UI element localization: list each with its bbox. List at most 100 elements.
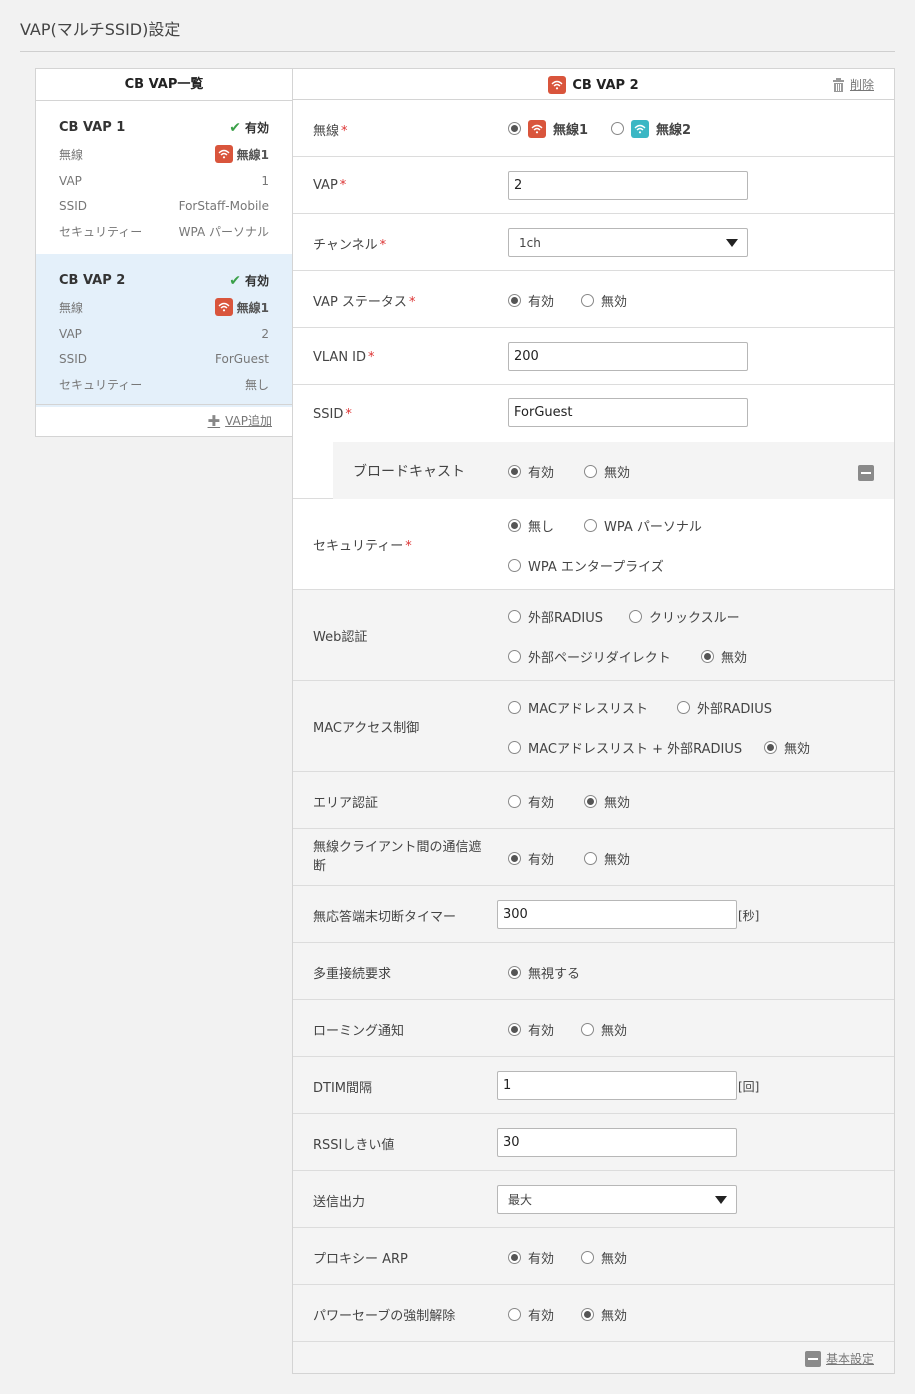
web-auth-radius-radio[interactable]: 外部RADIUS xyxy=(508,607,603,626)
mac-list-radius-radio[interactable]: MACアドレスリスト + 外部RADIUS xyxy=(508,738,742,757)
row-client-isolation: 無線クライアント間の通信遮断 有効 無効 xyxy=(293,829,894,886)
proxy-arp-on-radio[interactable]: 有効 xyxy=(508,1248,554,1267)
security-value: WPA パーソナル xyxy=(178,225,269,239)
detail-title: CB VAP 2 xyxy=(572,77,639,93)
idle-timer-unit: [秒] xyxy=(738,909,760,923)
vap-status-on-radio[interactable]: 有効 xyxy=(508,291,554,310)
vap-status-label: VAP ステータス * xyxy=(313,295,416,310)
web-auth-disabled-radio[interactable]: 無効 xyxy=(701,647,747,666)
rssi-input[interactable]: 30 xyxy=(497,1128,737,1157)
multi-conn-ignore-radio[interactable]: 無視する xyxy=(508,963,580,982)
vlan-input[interactable]: 200 xyxy=(508,342,748,371)
row-dtim: DTIM間隔 1 [回] xyxy=(293,1057,894,1114)
vap-value: 2 xyxy=(261,327,269,341)
collapse-icon[interactable] xyxy=(858,465,874,481)
delete-label: 削除 xyxy=(849,78,874,92)
row-vap-status: VAP ステータス * 有効 無効 xyxy=(293,271,894,328)
trash-icon xyxy=(832,77,844,92)
proxy-arp-off-radio[interactable]: 無効 xyxy=(581,1248,627,1267)
vap-label: VAP xyxy=(59,174,82,188)
chevron-down-icon xyxy=(726,239,738,247)
status-badge: 有効 xyxy=(244,274,269,288)
broadcast-off-radio[interactable]: 無効 xyxy=(584,462,630,481)
security-wpa-enterprise-radio[interactable]: WPA エンタープライズ xyxy=(508,556,664,575)
vap-label: VAP xyxy=(59,327,82,341)
check-icon: ✔ xyxy=(229,119,241,136)
detail-footer: 基本設定 xyxy=(293,1342,894,1373)
broadcast-on-radio[interactable]: 有効 xyxy=(508,462,554,481)
web-auth-redirect-radio[interactable]: 外部ページリダイレクト xyxy=(508,647,671,666)
idle-timer-input[interactable]: 300 xyxy=(497,900,737,929)
ssid-field-label: SSID * xyxy=(313,407,352,422)
row-wireless: 無線 * 無線1 無線2 xyxy=(293,100,894,157)
row-roaming: ローミング通知 有効 無効 xyxy=(293,1000,894,1057)
chevron-down-icon xyxy=(715,1196,727,1204)
mac-access-label: MACアクセス制御 xyxy=(313,721,420,736)
roaming-label: ローミング通知 xyxy=(313,1024,405,1039)
web-auth-label: Web認証 xyxy=(313,630,368,645)
page-title: VAP(マルチSSID)設定 xyxy=(20,20,181,39)
vap-card-1[interactable]: CB VAP 1 ✔ 有効 無線 無線1 VAP 1 SSID ForStaff-… xyxy=(36,101,292,254)
mac-radius-radio[interactable]: 外部RADIUS xyxy=(677,698,772,717)
row-channel: チャンネル * 1ch xyxy=(293,214,894,271)
power-save-off-radio[interactable]: 無効 xyxy=(581,1305,627,1324)
dtim-unit: [回] xyxy=(738,1080,760,1094)
tx-power-select[interactable]: 最大 xyxy=(497,1185,737,1214)
channel-select[interactable]: 1ch xyxy=(508,228,748,257)
vap-input[interactable]: 2 xyxy=(508,171,748,200)
security-wpa-personal-radio[interactable]: WPA パーソナル xyxy=(584,516,702,535)
vap-field-label: VAP * xyxy=(313,178,347,193)
area-auth-off-radio[interactable]: 無効 xyxy=(584,792,630,811)
wireless-radio-2[interactable]: 無線2 xyxy=(611,119,691,138)
plus-icon: ✚ xyxy=(207,411,221,430)
row-web-auth: Web認証 外部RADIUS クリックスルー 外部ページリダイレクト 無効 xyxy=(293,590,894,681)
wireless-label: 無線 xyxy=(59,300,84,315)
mac-list-radio[interactable]: MACアドレスリスト xyxy=(508,698,648,717)
power-save-on-radio[interactable]: 有効 xyxy=(508,1305,554,1324)
wireless-field-label: 無線 * xyxy=(313,124,348,139)
basic-settings-link[interactable]: 基本設定 xyxy=(804,1350,874,1367)
security-field-label: セキュリティー * xyxy=(313,539,412,554)
wireless-value: 無線1 xyxy=(236,147,269,162)
tx-power-label: 送信出力 xyxy=(313,1195,366,1210)
roaming-off-radio[interactable]: 無効 xyxy=(581,1020,627,1039)
channel-field-label: チャンネル * xyxy=(313,238,387,253)
row-area-auth: エリア認証 有効 無効 xyxy=(293,772,894,829)
wireless-radio-1[interactable]: 無線1 xyxy=(508,119,588,138)
wifi-icon xyxy=(214,298,233,316)
vap-card-2[interactable]: CB VAP 2 ✔ 有効 無線 無線1 VAP 2 SSID ForGuest … xyxy=(36,254,292,407)
ssid-input[interactable]: ForGuest xyxy=(508,398,748,427)
mac-disabled-radio[interactable]: 無効 xyxy=(764,738,810,757)
row-vlan: VLAN ID * 200 xyxy=(293,328,894,385)
vap-status-off-radio[interactable]: 無効 xyxy=(581,291,627,310)
security-none-radio[interactable]: 無し xyxy=(508,516,554,535)
wireless-label: 無線 xyxy=(59,147,84,162)
row-idle-timer: 無応答端末切断タイマー 300 [秒] xyxy=(293,886,894,943)
basic-settings-label: 基本設定 xyxy=(825,1352,874,1366)
security-label: セキュリティー xyxy=(59,225,143,239)
security-label: セキュリティー xyxy=(59,378,143,392)
status-badge: 有効 xyxy=(244,121,269,135)
row-security: セキュリティー * 無し WPA パーソナル WPA エンタープライズ xyxy=(293,499,894,590)
vap-list-panel: CB VAP一覧 CB VAP 1 ✔ 有効 無線 無線1 VAP 1 SSID … xyxy=(35,68,293,437)
vap-card-title: CB VAP 2 xyxy=(59,273,126,288)
ssid-label: SSID xyxy=(59,352,88,366)
security-value: 無し xyxy=(244,378,269,392)
client-isolation-off-radio[interactable]: 無効 xyxy=(584,849,630,868)
vap-value: 1 xyxy=(261,174,269,188)
web-auth-clickthrough-radio[interactable]: クリックスルー xyxy=(629,607,740,626)
detail-header: CB VAP 2 削除 xyxy=(293,69,894,100)
multi-conn-label: 多重接続要求 xyxy=(313,967,392,982)
client-isolation-on-radio[interactable]: 有効 xyxy=(508,849,554,868)
wireless-value: 無線1 xyxy=(236,300,269,315)
add-vap-link[interactable]: ✚ VAP追加 xyxy=(208,412,272,430)
wifi-icon xyxy=(548,76,567,94)
dtim-input[interactable]: 1 xyxy=(497,1071,737,1100)
delete-link[interactable]: 削除 xyxy=(832,76,874,93)
proxy-arp-label: プロキシー ARP xyxy=(313,1252,408,1267)
row-power-save: パワーセーブの強制解除 有効 無効 xyxy=(293,1285,894,1342)
roaming-on-radio[interactable]: 有効 xyxy=(508,1020,554,1039)
area-auth-on-radio[interactable]: 有効 xyxy=(508,792,554,811)
broadcast-subrow: ブロードキャスト 有効 無効 xyxy=(293,442,894,499)
client-isolation-label: 無線クライアント間の通信遮断 xyxy=(313,840,482,874)
